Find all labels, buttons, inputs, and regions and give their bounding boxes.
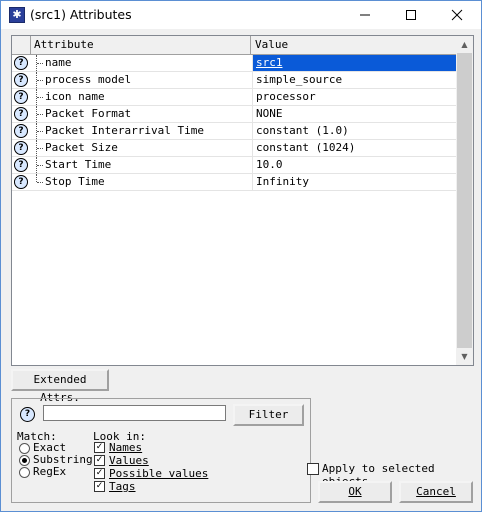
attribute-value: NONE: [256, 107, 283, 120]
attribute-row[interactable]: ? Packet Format NONE: [12, 106, 456, 123]
apply-selected-checkbox[interactable]: [307, 463, 319, 475]
attribute-value: src1: [256, 56, 283, 69]
match-exact-radio[interactable]: [19, 443, 30, 454]
attribute-grid: Attribute Value ? name src1? process model s…: [11, 35, 474, 366]
scroll-thumb[interactable]: [457, 53, 472, 348]
attribute-name: name: [45, 56, 72, 69]
look-in-names-checkbox[interactable]: ✓: [94, 442, 105, 453]
tree-connector: [36, 123, 45, 139]
window-title: (src1) Attributes: [30, 7, 132, 22]
close-button[interactable]: [435, 1, 481, 29]
attributes-dialog: ✱ (src1) Attributes Attribute Value ? nam…: [0, 0, 482, 512]
title-bar[interactable]: ✱ (src1) Attributes: [1, 1, 481, 29]
look-in-names-label: Names: [109, 441, 143, 454]
attribute-row[interactable]: ? Stop Time Infinity: [12, 174, 456, 191]
attribute-row[interactable]: ? process model simple_source: [12, 72, 456, 89]
attribute-name: icon name: [45, 90, 105, 103]
attribute-name: Stop Time: [45, 175, 105, 188]
maximize-button[interactable]: [389, 1, 435, 29]
attribute-value: constant (1.0): [256, 124, 349, 137]
extended-attrs-button[interactable]: Extended Attrs.: [11, 369, 109, 404]
close-icon: [451, 9, 463, 21]
scroll-up-arrow-icon[interactable]: ▲: [456, 36, 473, 53]
value-column-header[interactable]: Value: [252, 36, 456, 54]
help-icon[interactable]: ?: [14, 56, 28, 70]
attribute-row[interactable]: ? icon name processor: [12, 89, 456, 106]
attribute-name: process model: [45, 73, 132, 86]
attribute-row[interactable]: ? Packet Size constant (1024): [12, 140, 456, 157]
match-regex-label: RegEx: [33, 465, 67, 478]
attribute-value-cell[interactable]: simple_source: [252, 72, 456, 88]
tree-connector: [36, 72, 45, 88]
tree-connector: [36, 89, 45, 105]
filter-panel: ? Filter Match: Exact Substring RegEx Lo…: [11, 398, 311, 503]
attribute-column-header[interactable]: Attribute: [31, 36, 251, 54]
help-icon[interactable]: ?: [14, 175, 28, 189]
attribute-value: Infinity: [256, 175, 309, 188]
attribute-name: Packet Size: [45, 141, 118, 154]
attribute-value-cell[interactable]: 10.0: [252, 157, 456, 173]
tree-connector: [36, 106, 45, 122]
match-regex-radio[interactable]: [19, 467, 30, 478]
attribute-value-cell[interactable]: constant (1024): [252, 140, 456, 156]
help-icon[interactable]: ?: [14, 158, 28, 172]
attribute-name: Packet Format: [45, 107, 132, 120]
tree-connector: [36, 174, 45, 183]
tree-connector: [36, 140, 45, 156]
attribute-rows: ? name src1? process model simple_source? ico…: [12, 55, 456, 191]
attribute-value-cell[interactable]: NONE: [252, 106, 456, 122]
attribute-value-cell[interactable]: Infinity: [252, 174, 456, 190]
help-icon[interactable]: ?: [14, 107, 28, 121]
filter-button[interactable]: Filter: [233, 404, 304, 426]
header-spacer: [12, 36, 31, 54]
look-in-tags-checkbox[interactable]: ✓: [94, 481, 105, 492]
attribute-value-cell[interactable]: constant (1.0): [252, 123, 456, 139]
attribute-name: Packet Interarrival Time: [45, 124, 204, 137]
look-in-possible-values-checkbox[interactable]: ✓: [94, 468, 105, 479]
tree-connector: [36, 55, 45, 71]
attribute-row[interactable]: ? name src1: [12, 55, 456, 72]
attribute-value: constant (1024): [256, 141, 356, 154]
match-substring-radio[interactable]: [19, 455, 30, 466]
attribute-value-cell[interactable]: src1: [252, 55, 456, 71]
tree-connector: [36, 157, 45, 173]
look-in-tags-label: Tags: [109, 480, 136, 493]
attribute-value: 10.0: [256, 158, 283, 171]
maximize-icon: [406, 10, 416, 20]
cancel-button[interactable]: Cancel: [399, 481, 473, 503]
attribute-value: simple_source: [256, 73, 343, 86]
attribute-value: processor: [256, 90, 316, 103]
filter-input[interactable]: [43, 405, 226, 421]
help-icon[interactable]: ?: [14, 73, 28, 87]
attribute-name: Start Time: [45, 158, 112, 171]
ok-button[interactable]: OK: [318, 481, 392, 503]
help-icon[interactable]: ?: [14, 124, 28, 138]
app-icon: ✱: [9, 7, 25, 23]
minimize-button[interactable]: [343, 1, 389, 29]
look-in-values-label: Values: [109, 454, 149, 467]
scroll-down-arrow-icon[interactable]: ▼: [456, 348, 473, 365]
look-in-possible-values-label: Possible values: [109, 467, 209, 480]
look-in-values-checkbox[interactable]: ✓: [94, 455, 105, 466]
help-icon[interactable]: ?: [14, 90, 28, 104]
filter-help-icon[interactable]: ?: [20, 407, 35, 422]
attribute-row[interactable]: ? Packet Interarrival Time constant (1.0): [12, 123, 456, 140]
grid-header: Attribute Value: [12, 36, 456, 55]
help-icon[interactable]: ?: [14, 141, 28, 155]
attribute-value-cell[interactable]: processor: [252, 89, 456, 105]
minimize-icon: [360, 14, 370, 16]
vertical-scrollbar[interactable]: ▲ ▼: [456, 36, 473, 365]
attribute-row[interactable]: ? Start Time 10.0: [12, 157, 456, 174]
